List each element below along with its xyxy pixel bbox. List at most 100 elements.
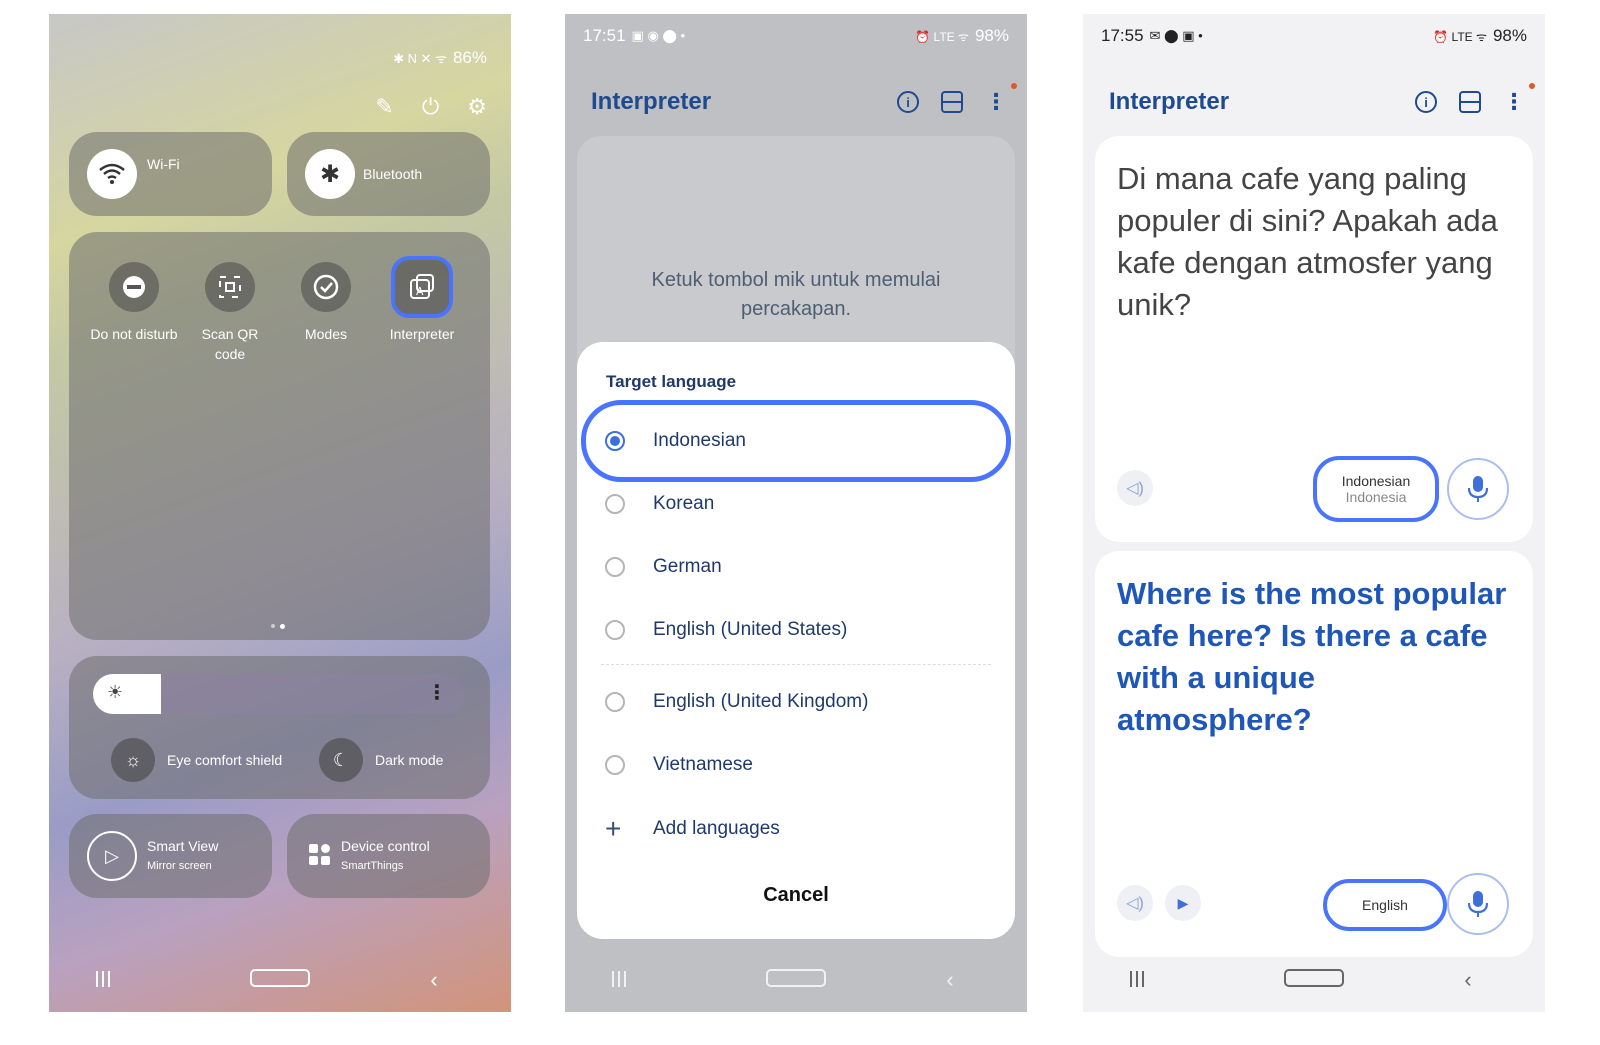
grid-label: Modes <box>304 326 348 342</box>
quick-grid-panel: Do not disturb Scan QR code Modes A Inte… <box>69 232 490 640</box>
back-button[interactable]: ‹ <box>1438 967 1498 993</box>
smart-view-title: Smart View <box>147 838 219 854</box>
settings-icon[interactable]: ⚙ <box>467 94 487 120</box>
info-icon[interactable]: i <box>1415 91 1437 113</box>
edit-icon[interactable]: ✎ <box>375 94 393 120</box>
grid-label: Scan QR code <box>201 326 259 362</box>
device-control-icon <box>309 844 330 865</box>
source-mic-button[interactable] <box>1447 458 1509 520</box>
device-control-sub: SmartThings <box>341 860 404 872</box>
status-bar: 17:51 ▣ ◉ ⬤ • ⏰ LTE ᯤ 98% <box>565 14 1027 58</box>
nav-bar: ‹ <box>49 948 511 1012</box>
page-indicator <box>271 624 285 629</box>
time-text: 17:55 <box>1101 26 1144 45</box>
hint-text: Ketuk tombol mik untuk memulai percakapa… <box>651 269 941 320</box>
device-control-tile[interactable]: Device control SmartThings <box>287 814 490 898</box>
notification-icons: ✉ ⬤ ▣ • <box>1149 28 1203 43</box>
home-button[interactable] <box>250 967 310 993</box>
modes-toggle[interactable]: Modes <box>281 262 371 344</box>
target-language-button[interactable]: English <box>1323 879 1447 931</box>
power-icon[interactable]: ⏻ <box>422 94 439 120</box>
scan-qr-toggle[interactable]: Scan QR code <box>185 262 275 364</box>
status-icons: ⏰ LTE ᯤ <box>1433 29 1487 44</box>
recents-button[interactable] <box>1130 967 1190 993</box>
cancel-button[interactable]: Cancel <box>577 884 1015 907</box>
option-label: English (United States) <box>653 619 848 640</box>
dialog-title: Target language <box>606 372 737 391</box>
target-mic-button[interactable] <box>1447 873 1509 935</box>
back-button[interactable]: ‹ <box>920 967 980 993</box>
home-button[interactable] <box>1284 967 1344 993</box>
microphone-icon <box>1467 476 1489 502</box>
app-title: Interpreter <box>1109 88 1230 115</box>
app-bar: Interpreter i ⋮ <box>565 78 1027 126</box>
split-view-icon[interactable] <box>1459 91 1481 113</box>
smart-view-tile[interactable]: ▷ Smart View Mirror screen <box>69 814 272 898</box>
dark-mode-toggle[interactable]: ☾ Dark mode <box>319 738 443 782</box>
wifi-label: Wi-Fi <box>147 156 180 172</box>
interpreter-icon: A <box>391 256 453 318</box>
quick-panel-screen: ✱ N ✕ ᯤ 86% ✎ ⏻ ⚙ Wi-Fi ✱ Bluetooth Do n… <box>49 14 511 1012</box>
translated-text: Where is the most popular cafe here? Is … <box>1117 576 1507 737</box>
status-bar: 17:55 ✉ ⬤ ▣ • ⏰ LTE ᯤ 98% <box>1083 14 1545 58</box>
qr-code-icon <box>205 262 255 312</box>
more-options-icon[interactable]: ⋮ <box>427 680 447 705</box>
recents-button[interactable] <box>96 967 156 993</box>
do-not-disturb-icon <box>109 262 159 312</box>
home-button[interactable] <box>766 967 826 993</box>
option-label: Korean <box>653 493 715 514</box>
do-not-disturb-toggle[interactable]: Do not disturb <box>89 262 179 344</box>
grid-label: Do not disturb <box>90 326 178 342</box>
language-option[interactable]: German <box>605 542 991 592</box>
interpreter-conversation-screen: 17:55 ✉ ⬤ ▣ • ⏰ LTE ᯤ 98% Interpreter i … <box>1083 14 1545 1012</box>
moon-icon: ☾ <box>319 738 363 782</box>
more-options-icon[interactable]: ⋮ <box>1503 83 1535 115</box>
source-language-button[interactable]: Indonesian Indonesia <box>1313 456 1439 522</box>
grid-label: Interpreter <box>389 326 455 342</box>
radio-button[interactable] <box>605 692 625 712</box>
radio-button[interactable] <box>605 557 625 577</box>
info-icon[interactable]: i <box>897 91 919 113</box>
language-option[interactable]: English (United States) <box>605 605 991 655</box>
option-label: Vietnamese <box>653 754 753 775</box>
source-text: Di mana cafe yang paling populer di sini… <box>1117 161 1498 322</box>
source-card: Di mana cafe yang paling populer di sini… <box>1095 136 1533 542</box>
speaker-icon[interactable]: ◁) <box>1117 470 1153 506</box>
app-bar: Interpreter i ⋮ <box>1083 78 1545 126</box>
wifi-icon <box>87 149 137 199</box>
radio-button[interactable] <box>605 494 625 514</box>
notification-icons: ▣ ◉ ⬤ • <box>631 28 686 43</box>
language-option[interactable]: English (United Kingdom) <box>605 677 991 727</box>
recents-button[interactable] <box>612 967 672 993</box>
source-language-region: Indonesia <box>1345 489 1407 505</box>
bluetooth-tile[interactable]: ✱ Bluetooth <box>287 132 490 216</box>
play-icon[interactable]: ▶ <box>1165 885 1201 921</box>
modes-icon <box>301 262 351 312</box>
brightness-slider[interactable]: ☀ ⋮ <box>93 674 465 714</box>
language-option[interactable]: Indonesian <box>605 416 991 466</box>
radio-button[interactable] <box>605 755 625 775</box>
speaker-icon[interactable]: ◁) <box>1117 885 1153 921</box>
brightness-panel: ☀ ⋮ ☼ Eye comfort shield ☾ Dark mode <box>69 656 490 799</box>
language-option[interactable]: Korean <box>605 479 991 529</box>
split-view-icon[interactable] <box>941 91 963 113</box>
wifi-tile[interactable]: Wi-Fi <box>69 132 272 216</box>
back-button[interactable]: ‹ <box>404 967 464 993</box>
smart-view-sub: Mirror screen <box>147 860 212 872</box>
interpreter-toggle[interactable]: A Interpreter <box>377 256 467 344</box>
battery-text: 86% <box>452 48 487 67</box>
microphone-icon <box>1467 891 1489 917</box>
sun-icon: ☀ <box>107 682 124 702</box>
more-options-icon[interactable]: ⋮ <box>985 83 1017 115</box>
language-option[interactable]: Vietnamese <box>605 740 991 790</box>
target-language-dialog: Target language Indonesian Korean German… <box>577 342 1015 939</box>
eye-comfort-toggle[interactable]: ☼ Eye comfort shield <box>111 738 282 782</box>
bluetooth-icon: ✱ <box>305 149 355 199</box>
target-card: Where is the most popular cafe here? Is … <box>1095 551 1533 957</box>
add-languages-button[interactable]: + Add languages <box>605 804 991 854</box>
nav-bar: ‹ <box>1083 948 1545 1012</box>
radio-selected[interactable] <box>605 431 625 451</box>
radio-button[interactable] <box>605 620 625 640</box>
time-text: 17:51 <box>583 26 626 45</box>
nav-bar: ‹ <box>565 948 1027 1012</box>
